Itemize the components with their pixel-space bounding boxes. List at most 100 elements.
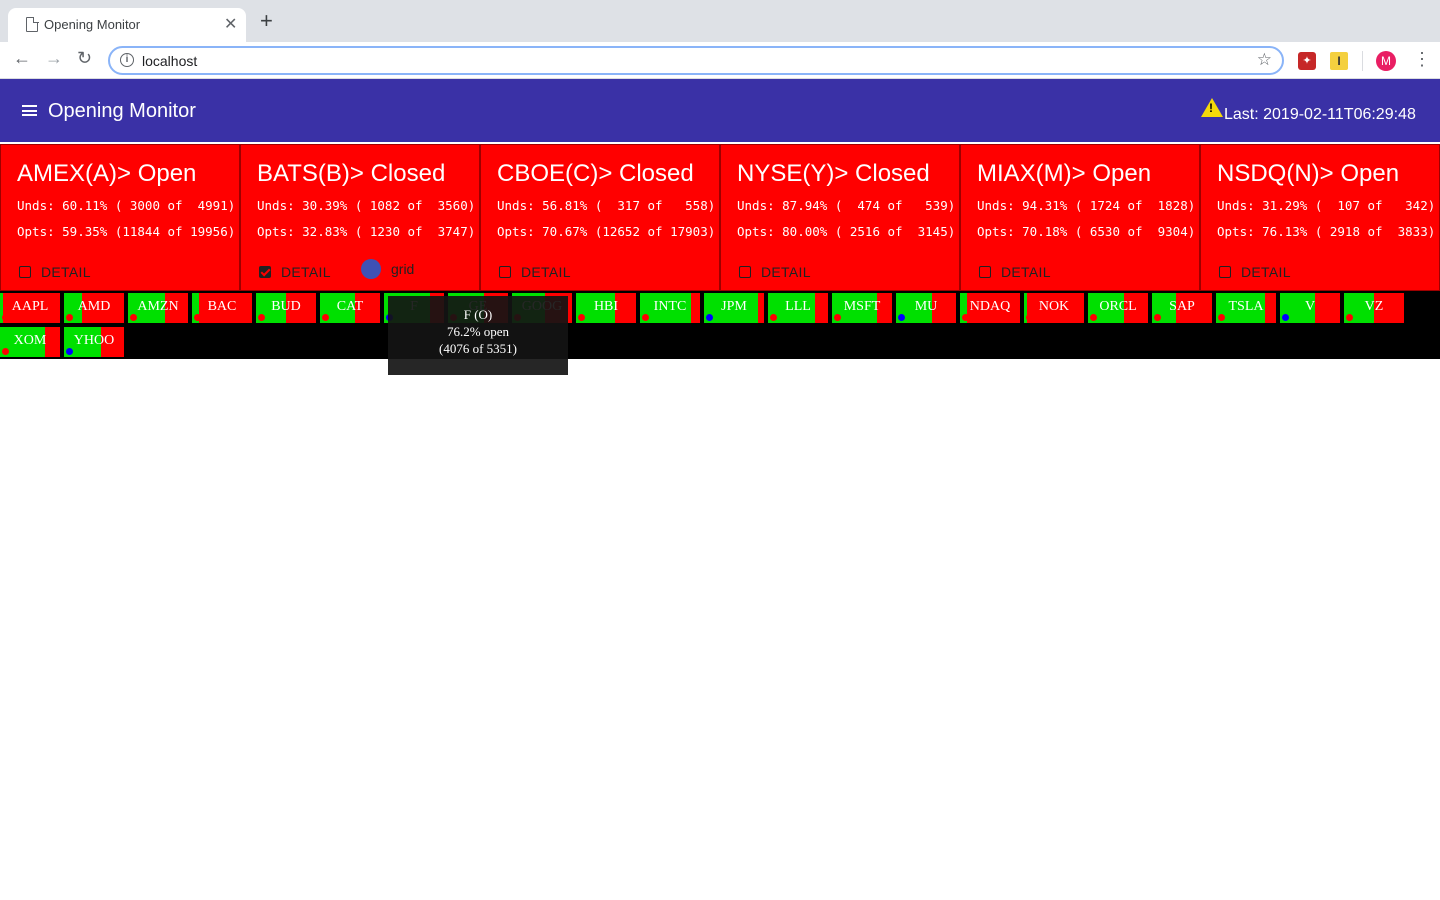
app-title: Opening Monitor <box>48 100 196 122</box>
ticker-ndaq[interactable]: NDAQ <box>960 293 1020 323</box>
ticker-status-dot <box>322 314 329 321</box>
ticker-jpm[interactable]: JPM <box>704 293 764 323</box>
hamburger-menu-icon[interactable] <box>22 105 37 116</box>
ticker-tsla[interactable]: TSLA <box>1216 293 1276 323</box>
ticker-symbol: NDAQ <box>969 299 1011 314</box>
ticker-symbol: CAT <box>336 299 364 314</box>
ticker-status-dot <box>1282 314 1289 321</box>
ticker-closed-fill <box>1314 293 1340 323</box>
unds-stats: Unds: 60.11% ( 3000 of 4991) <box>17 198 236 213</box>
ticker-closed-fill <box>758 293 764 323</box>
ticker-lll[interactable]: LLL <box>768 293 828 323</box>
kebab-menu-icon[interactable]: ⋮ <box>1413 49 1431 70</box>
exchange-card-nsdq: NSDQ(N)> Open Unds: 31.29% ( 107 of 342)… <box>1200 144 1440 291</box>
ticker-status-dot <box>1026 314 1033 321</box>
ticker-xom[interactable]: XOM <box>0 327 60 357</box>
ticker-status-dot <box>1218 314 1225 321</box>
ticker-tooltip: F (O) 76.2% open (4076 of 5351) <box>388 296 568 375</box>
forward-icon[interactable]: → <box>45 48 63 69</box>
detail-checkbox[interactable] <box>499 266 511 278</box>
extension-icon[interactable]: ✦ <box>1298 52 1316 70</box>
ticker-msft[interactable]: MSFT <box>832 293 892 323</box>
browser-tabstrip: Opening Monitor ✕ + <box>0 0 1440 42</box>
detail-toggle[interactable]: DETAIL <box>979 264 1051 280</box>
new-tab-icon[interactable]: + <box>260 10 273 32</box>
ticker-aapl[interactable]: AAPL <box>0 293 60 323</box>
ticker-status-dot <box>834 314 841 321</box>
ticker-mu[interactable]: MU <box>896 293 956 323</box>
ticker-v[interactable]: V <box>1280 293 1340 323</box>
close-icon[interactable]: ✕ <box>224 14 237 34</box>
detail-toggle[interactable]: DETAIL <box>1219 264 1291 280</box>
toolbar-divider <box>1362 51 1363 71</box>
ticker-symbol: AAPL <box>11 299 49 314</box>
ticker-status-dot <box>1090 314 1097 321</box>
tab-title: Opening Monitor <box>44 17 141 32</box>
ticker-symbol: JPM <box>721 299 747 314</box>
exchange-card-amex: AMEX(A)> Open Unds: 60.11% ( 3000 of 499… <box>0 144 240 291</box>
ticker-status-dot <box>706 314 713 321</box>
last-updated: Last: 2019-02-11T06:29:48 <box>1224 106 1416 123</box>
ticker-status-dot <box>258 314 265 321</box>
opts-stats: Opts: 59.35% (11844 of 19956) <box>17 224 236 239</box>
app-bar: Opening Monitor Last: 2019-02-11T06:29:4… <box>0 79 1440 142</box>
info-icon[interactable]: i <box>120 53 134 67</box>
detail-toggle[interactable]: DETAIL <box>499 264 571 280</box>
detail-checkbox[interactable] <box>979 266 991 278</box>
detail-checkbox[interactable] <box>1219 266 1231 278</box>
ticker-vz[interactable]: VZ <box>1344 293 1404 323</box>
reload-icon[interactable]: ↻ <box>77 48 92 69</box>
grid-label: grid <box>391 261 415 277</box>
ticker-amzn[interactable]: AMZN <box>128 293 188 323</box>
opts-stats: Opts: 32.83% ( 1230 of 3747) <box>257 224 476 239</box>
ticker-nok[interactable]: NOK <box>1024 293 1084 323</box>
detail-label: DETAIL <box>281 264 331 280</box>
tooltip-title: F (O) <box>463 307 493 322</box>
ticker-status-dot <box>1346 314 1353 321</box>
ticker-symbol: YHOO <box>73 333 115 348</box>
ticker-intc[interactable]: INTC <box>640 293 700 323</box>
detail-toggle[interactable]: DETAIL <box>19 264 91 280</box>
detail-toggle[interactable]: DETAIL <box>259 264 331 280</box>
ticker-closed-fill <box>691 293 700 323</box>
ticker-status-dot <box>194 314 201 321</box>
exchange-card-cboe: CBOE(C)> Closed Unds: 56.81% ( 317 of 55… <box>480 144 720 291</box>
exchange-title: NSDQ(N)> Open <box>1217 160 1400 187</box>
back-icon[interactable]: ← <box>13 48 31 69</box>
ticker-bud[interactable]: BUD <box>256 293 316 323</box>
browser-tab[interactable]: Opening Monitor ✕ <box>8 8 246 42</box>
ticker-sap[interactable]: SAP <box>1152 293 1212 323</box>
ticker-symbol: BAC <box>207 299 237 314</box>
detail-checkbox[interactable] <box>19 266 31 278</box>
ticker-orcl[interactable]: ORCL <box>1088 293 1148 323</box>
ticker-hbi[interactable]: HBI <box>576 293 636 323</box>
ticker-cat[interactable]: CAT <box>320 293 380 323</box>
bookmark-star-icon[interactable]: ☆ <box>1257 50 1272 70</box>
ticker-symbol: AMZN <box>137 299 179 314</box>
opts-stats: Opts: 80.00% ( 2516 of 3145) <box>737 224 956 239</box>
warning-icon <box>1201 98 1223 117</box>
exchange-card-miax: MIAX(M)> Open Unds: 94.31% ( 1724 of 182… <box>960 144 1200 291</box>
ticker-symbol: ORCL <box>1099 299 1137 314</box>
grid-radio-icon[interactable] <box>361 259 381 279</box>
extension-icon-2[interactable]: I <box>1330 52 1348 70</box>
detail-checkbox[interactable] <box>739 266 751 278</box>
ticker-status-dot <box>66 314 73 321</box>
ticker-symbol: NOK <box>1038 299 1070 314</box>
opts-stats: Opts: 76.13% ( 2918 of 3833) <box>1217 224 1436 239</box>
unds-stats: Unds: 30.39% ( 1082 of 3560) <box>257 198 476 213</box>
url-text[interactable]: localhost <box>142 53 197 69</box>
detail-toggle[interactable]: DETAIL <box>739 264 811 280</box>
ticker-yhoo[interactable]: YHOO <box>64 327 124 357</box>
ticker-status-dot <box>2 348 9 355</box>
detail-checkbox[interactable] <box>259 266 271 278</box>
avatar[interactable]: M <box>1376 51 1396 71</box>
ticker-amd[interactable]: AMD <box>64 293 124 323</box>
ticker-bac[interactable]: BAC <box>192 293 252 323</box>
ticker-strip: AAPLAMDAMZNBACBUDCATFGEGOOGHBIINTCJPMLLL… <box>0 291 1440 359</box>
ticker-status-dot <box>642 314 649 321</box>
opts-stats: Opts: 70.18% ( 6530 of 9304) <box>977 224 1196 239</box>
address-bar[interactable]: i localhost ☆ <box>108 46 1284 75</box>
unds-stats: Unds: 94.31% ( 1724 of 1828) <box>977 198 1196 213</box>
grid-toggle[interactable]: grid <box>361 259 414 279</box>
